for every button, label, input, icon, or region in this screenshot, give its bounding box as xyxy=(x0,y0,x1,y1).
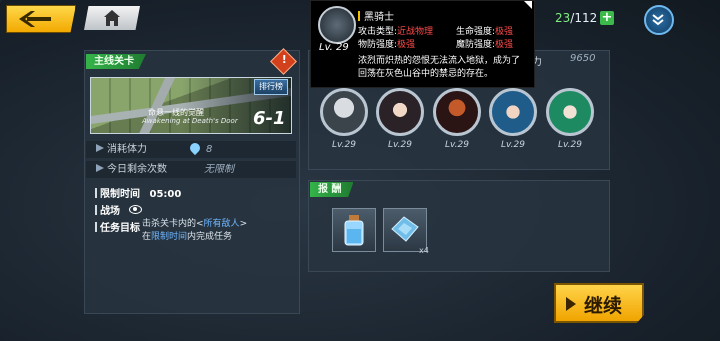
attempts-row: 今日剩余次数 无限制 xyxy=(86,161,296,178)
task-text: 击杀关卡内的< xyxy=(142,219,204,229)
enemy-avatar xyxy=(318,6,356,44)
potion-bottle-icon xyxy=(344,215,364,246)
task-description: 击杀关卡内的<所有敌人> 在限制时间内完成任务 xyxy=(142,218,247,244)
reward-item-count: x4 xyxy=(419,246,429,255)
eye-icon[interactable] xyxy=(129,205,143,214)
stage-subtitle: Awakening at Death's Door xyxy=(142,117,238,125)
task-label: 任务目标 xyxy=(100,223,140,234)
enemy-name: 黑骑士 xyxy=(358,8,394,23)
home-icon xyxy=(104,10,120,26)
play-icon xyxy=(566,297,576,311)
time-limit-value: 05:00 xyxy=(149,189,182,200)
time-limit-label: 限制时间 xyxy=(100,189,140,200)
attempts-value: 无限制 xyxy=(204,164,234,175)
stamina-current: 23 xyxy=(555,11,571,25)
crystal-ticket-icon xyxy=(391,216,419,242)
team-member-avatar[interactable] xyxy=(546,88,594,136)
mag-def-label: 魔防强度: xyxy=(456,40,496,50)
stage-number: 6-1 xyxy=(253,108,286,129)
team-member-level: Lv.29 xyxy=(558,140,582,150)
team-member-avatar[interactable] xyxy=(433,88,481,136)
time-limit-row: 限制时间 05:00 xyxy=(95,185,181,200)
hp-label: 生命强度: xyxy=(456,27,496,37)
team-member-level: Lv.29 xyxy=(501,140,525,150)
phys-def-label: 物防强度: xyxy=(358,40,398,50)
attack-type-value: 近战物理 xyxy=(397,27,434,37)
enemy-level: Lv. 29 xyxy=(319,42,349,53)
stamina-cost-value: 8 xyxy=(206,144,213,155)
enemy-name-text: 黑骑士 xyxy=(364,12,394,23)
team-member-avatar[interactable] xyxy=(489,88,537,136)
task-text: 在 xyxy=(142,232,152,242)
back-arrow-icon xyxy=(19,11,51,27)
chevron-right-icon xyxy=(96,164,104,172)
stage-section-title: 主线关卡 xyxy=(86,54,146,69)
battlefield-row: 战场 xyxy=(95,202,143,217)
menu-button[interactable] xyxy=(644,5,674,35)
team-member-avatar[interactable] xyxy=(320,88,368,136)
team-member-level: Lv.29 xyxy=(388,140,412,150)
battlefield-bar xyxy=(95,205,97,215)
reward-title: 报 酬 xyxy=(310,182,354,197)
stamina-counter: 23/112 xyxy=(555,11,597,25)
mag-def-value: 极强 xyxy=(495,40,514,50)
stamina-cost-row: 消耗体力 8 xyxy=(86,140,296,158)
team-member-level: Lv.29 xyxy=(332,140,356,150)
attack-type: 攻击类型:近战物理 xyxy=(358,24,433,37)
chevron-down-icon xyxy=(652,14,664,26)
attempts-label: 今日剩余次数 xyxy=(107,164,167,175)
phys-def: 物防强度:极强 xyxy=(358,37,415,50)
reward-item-potion[interactable] xyxy=(332,208,376,252)
enemy-description: 浓烈而炽热的怨恨无法流入地狱，成为了回荡在灰色山谷中的禁忌的存在。 xyxy=(358,56,521,79)
task-text: 内完成任务 xyxy=(187,232,233,242)
task-highlight: 限制时间 xyxy=(151,232,188,242)
tooltip-corner xyxy=(524,1,532,9)
task-text: > xyxy=(239,219,248,229)
team-member-level: Lv.29 xyxy=(445,140,469,150)
add-stamina-button[interactable]: + xyxy=(600,11,614,25)
stamina-drop-icon xyxy=(187,140,203,156)
time-limit-bar xyxy=(95,188,97,198)
ranking-button[interactable]: 排行榜 xyxy=(254,79,288,95)
power-value: 9650 xyxy=(570,53,596,64)
phys-def-value: 极强 xyxy=(397,40,416,50)
home-button[interactable] xyxy=(84,6,140,30)
task-highlight: 所有敌人 xyxy=(203,219,240,229)
task-bar xyxy=(95,222,97,232)
stamina-cost-label: 消耗体力 xyxy=(107,144,147,155)
battlefield-label: 战场 xyxy=(100,206,120,217)
mag-def: 魔防强度:极强 xyxy=(456,37,513,50)
team-member-avatar[interactable] xyxy=(376,88,424,136)
stamina-max: /112 xyxy=(570,11,598,25)
chevron-right-icon xyxy=(96,144,104,152)
attack-type-label: 攻击类型: xyxy=(358,27,398,37)
continue-button[interactable]: 继续 xyxy=(554,283,644,323)
hp-value: 极强 xyxy=(495,27,514,37)
back-button[interactable] xyxy=(6,5,76,33)
hp-strength: 生命强度:极强 xyxy=(456,24,513,37)
continue-label: 继续 xyxy=(584,295,623,317)
task-row: 任务目标 xyxy=(95,219,140,234)
